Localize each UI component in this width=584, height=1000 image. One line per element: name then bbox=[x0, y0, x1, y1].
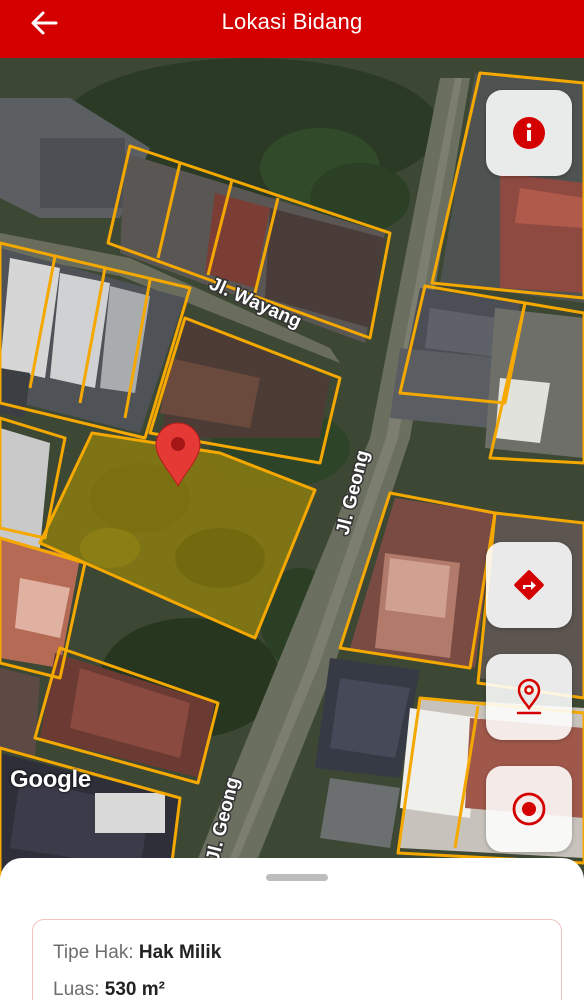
parcel-info-sheet[interactable]: Tipe Hak: Hak Milik Luas: 530 m² bbox=[0, 858, 584, 1000]
location-pin-button[interactable] bbox=[486, 654, 572, 740]
area-value: 530 m² bbox=[104, 979, 165, 1000]
location-pin-icon bbox=[516, 678, 542, 715]
google-attribution: Google bbox=[10, 766, 91, 793]
area-row: Luas: 530 m² bbox=[53, 979, 165, 1000]
info-button[interactable] bbox=[486, 90, 572, 176]
sheet-drag-handle[interactable] bbox=[266, 874, 328, 881]
info-icon bbox=[513, 117, 545, 149]
parcel-detail-card: Tipe Hak: Hak Milik Luas: 530 m² bbox=[32, 919, 562, 1000]
area-label: Luas: bbox=[53, 979, 100, 1000]
directions-button[interactable] bbox=[486, 542, 572, 628]
directions-icon bbox=[514, 570, 544, 600]
target-icon bbox=[512, 792, 546, 826]
satellite-map[interactable]: Jl. Wayang Jl. Geong Jl. Geong Google bbox=[0, 58, 584, 878]
rights-type-value: Hak Milik bbox=[138, 942, 222, 963]
my-location-button[interactable] bbox=[486, 766, 572, 852]
rights-type-label: Tipe Hak: bbox=[53, 942, 134, 963]
app-bar: Lokasi Bidang bbox=[0, 0, 584, 58]
rights-type-row: Tipe Hak: Hak Milik bbox=[53, 942, 221, 964]
page-title: Lokasi Bidang bbox=[221, 9, 363, 34]
map-imagery: Jl. Wayang Jl. Geong Jl. Geong bbox=[0, 58, 584, 878]
